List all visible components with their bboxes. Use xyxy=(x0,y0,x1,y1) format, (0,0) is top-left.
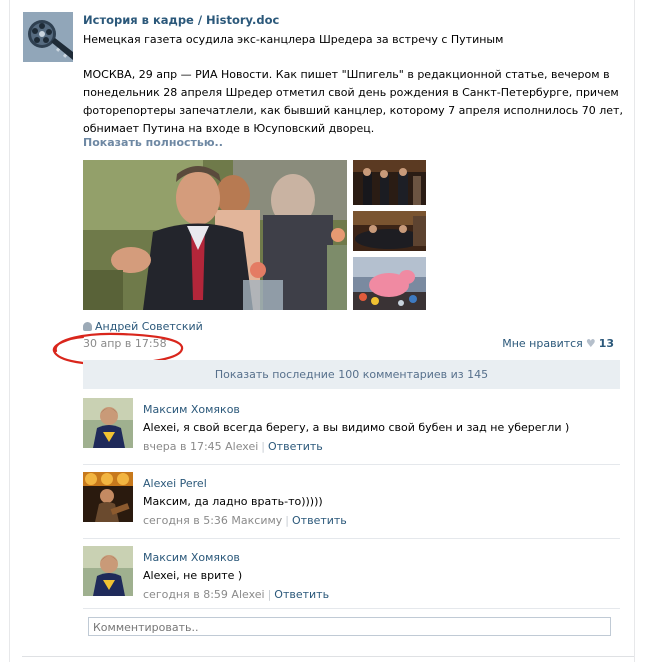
heart-icon: ♥ xyxy=(585,337,596,350)
like-count: 13 xyxy=(598,337,614,350)
comment-item: Максим Хомяков Alexei, я свой всегда бер… xyxy=(83,398,620,458)
like-label: Мне нравится xyxy=(502,337,583,350)
show-full-link[interactable]: Показать полностью.. xyxy=(83,136,223,149)
like-button[interactable]: Мне нравится ♥ 13 xyxy=(502,337,614,350)
reply-link[interactable]: Ответить xyxy=(292,514,347,527)
post-photo-main[interactable] xyxy=(83,160,347,310)
group-name-link[interactable]: История в кадре / History.doc xyxy=(83,13,279,27)
comment-text: Максим, да ладно врать-то))))) xyxy=(143,495,323,508)
post-photo-thumb-2[interactable] xyxy=(353,211,426,251)
comment-text: Alexei, я свой всегда берегу, а вы видим… xyxy=(143,421,570,434)
post-photo-thumb-3[interactable] xyxy=(353,257,426,310)
film-reel-icon xyxy=(23,12,73,62)
comment-divider xyxy=(83,608,620,609)
commenter-name[interactable]: Alexei Perel xyxy=(143,477,207,490)
group-avatar[interactable] xyxy=(23,12,73,62)
show-last-comments-button[interactable]: Показать последние 100 комментариев из 1… xyxy=(83,360,620,389)
commenter-avatar[interactable] xyxy=(83,398,133,448)
comment-item: Alexei Perel Максим, да ладно врать-то))… xyxy=(83,472,620,532)
comment-meta: сегодня в 5:36 Максиму | Ответить xyxy=(143,514,347,527)
comment-item: Максим Хомяков Alexei, не врите ) сегодн… xyxy=(83,546,620,606)
comment-divider xyxy=(83,464,620,465)
comment-timestamp[interactable]: сегодня в 5:36 Максиму xyxy=(143,514,282,527)
post-bottom-border xyxy=(22,656,634,657)
feed-right-border xyxy=(634,0,635,662)
commenter-avatar[interactable] xyxy=(83,472,133,522)
commenter-name[interactable]: Максим Хомяков xyxy=(143,551,240,564)
comment-text: Alexei, не врите ) xyxy=(143,569,243,582)
commenter-avatar[interactable] xyxy=(83,546,133,596)
post-body-text: МОСКВА, 29 апр — РИА Новости. Как пишет … xyxy=(83,68,623,135)
comment-divider xyxy=(83,538,620,539)
reply-link[interactable]: Ответить xyxy=(274,588,329,601)
post-photo-thumb-1[interactable] xyxy=(353,160,426,205)
comment-timestamp[interactable]: вчера в 17:45 Alexei xyxy=(143,440,258,453)
comment-timestamp[interactable]: сегодня в 8:59 Alexei xyxy=(143,588,265,601)
comment-meta: сегодня в 8:59 Alexei | Ответить xyxy=(143,588,330,601)
reply-link[interactable]: Ответить xyxy=(268,440,323,453)
commenter-name[interactable]: Максим Хомяков xyxy=(143,403,240,416)
post-headline: Немецкая газета осудила экс-канцлера Шре… xyxy=(83,33,504,46)
feed-left-border xyxy=(9,0,10,662)
comment-meta: вчера в 17:45 Alexei | Ответить xyxy=(143,440,323,453)
comment-input[interactable]: Комментировать.. xyxy=(88,617,611,636)
